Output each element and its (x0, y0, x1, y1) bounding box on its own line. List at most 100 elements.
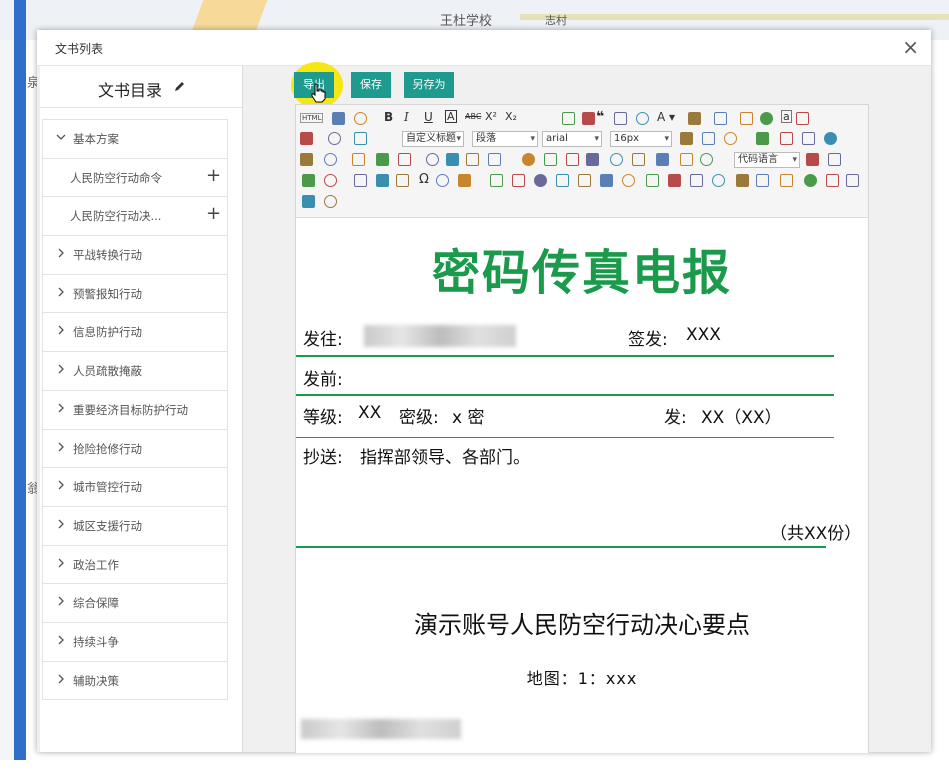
toolbar-tool-icon[interactable] (352, 153, 365, 166)
directory-item[interactable]: 城区支援行动 (43, 507, 227, 546)
directory-item[interactable]: 持续斗争 (43, 623, 227, 662)
toolbar-tool-icon[interactable] (300, 153, 313, 166)
toolbar-tool-icon[interactable] (712, 174, 725, 187)
toolbar-tool-icon[interactable] (324, 174, 337, 187)
toolbar-tool-icon[interactable] (756, 132, 769, 145)
toolbar-tool-icon[interactable] (544, 153, 557, 166)
directory-item[interactable]: 人员疏散掩蔽 (43, 352, 227, 391)
directory-item[interactable]: 政治工作 (43, 546, 227, 585)
add-icon[interactable]: + (206, 204, 221, 224)
toolbar-tool-icon[interactable] (714, 112, 727, 125)
toolbar-tool-icon[interactable] (586, 153, 599, 166)
toolbar-tool-icon[interactable] (562, 112, 575, 125)
toolbar-tool-icon[interactable] (324, 153, 337, 166)
toolbar-tool-icon[interactable] (376, 153, 389, 166)
toolbar-tool-icon[interactable] (804, 174, 817, 187)
document-body[interactable]: 密码传真电报 发往: 签发: XXX 发前: 等级: XX 密级: x 密 发:… (296, 219, 868, 753)
toolbar-tool-icon[interactable] (302, 174, 315, 187)
directory-item[interactable]: 人民防空行动决... + (43, 197, 227, 237)
toolbar-tool-icon[interactable] (724, 132, 737, 145)
toolbar-tool-icon[interactable] (632, 153, 645, 166)
blockquote-button[interactable]: ❝ (596, 109, 604, 125)
toolbar-tool-icon[interactable] (300, 132, 313, 145)
font-family-select[interactable]: arial (542, 131, 602, 147)
strikethrough-button[interactable]: ABC (465, 112, 481, 121)
toolbar-tool-icon[interactable] (614, 112, 627, 125)
toolbar-tool-icon[interactable] (458, 174, 471, 187)
italic-button[interactable]: I (404, 110, 409, 124)
toolbar-tool-icon[interactable] (826, 174, 839, 187)
save-as-button[interactable]: 另存为 (404, 72, 454, 98)
toolbar-tool-icon[interactable] (736, 174, 749, 187)
directory-item[interactable]: 人民防空行动命令 + (43, 159, 227, 198)
save-button[interactable]: 保存 (351, 72, 391, 98)
directory-item[interactable]: 城市管控行动 (43, 468, 227, 507)
toolbar-tool-icon[interactable] (760, 112, 773, 125)
directory-item[interactable]: 抢险抢修行动 (43, 430, 227, 469)
toolbar-tool-icon[interactable] (680, 153, 693, 166)
directory-item[interactable]: 辅助决策 (43, 662, 227, 701)
select-all-button[interactable]: a (781, 110, 792, 123)
paragraph-select[interactable]: 段落 (472, 131, 538, 147)
toolbar-tool-icon[interactable] (302, 195, 315, 208)
toolbar-tool-icon[interactable] (488, 153, 501, 166)
toolbar-tool-icon[interactable] (466, 153, 479, 166)
directory-item[interactable]: 重要经济目标防护行动 (43, 391, 227, 430)
toolbar-tool-icon[interactable] (582, 112, 595, 125)
toolbar-tool-icon[interactable] (828, 153, 841, 166)
toolbar-tool-icon[interactable] (690, 174, 703, 187)
toolbar-tool-icon[interactable] (324, 195, 337, 208)
toolbar-tool-icon[interactable] (636, 112, 649, 125)
toolbar-tool-icon[interactable] (702, 132, 715, 145)
directory-item[interactable]: 信息防护行动 (43, 313, 227, 353)
toolbar-tool-icon[interactable] (376, 174, 389, 187)
toolbar-tool-icon[interactable] (534, 174, 547, 187)
toolbar-tool-icon[interactable] (700, 153, 713, 166)
font-color-button[interactable]: A ▾ (657, 110, 675, 124)
toolbar-tool-icon[interactable] (426, 153, 439, 166)
toolbar-tool-icon[interactable] (436, 174, 449, 187)
toolbar-tool-icon[interactable] (806, 153, 819, 166)
subscript-button[interactable]: X₂ (505, 110, 517, 123)
close-button[interactable]: × (902, 35, 919, 59)
superscript-button[interactable]: X² (485, 110, 497, 123)
toolbar-tool-icon[interactable] (646, 174, 659, 187)
directory-item[interactable]: 综合保障 (43, 584, 227, 623)
toolbar-tool-icon[interactable] (332, 112, 345, 125)
underline-button[interactable]: U (424, 110, 433, 124)
toolbar-tool-icon[interactable] (328, 132, 341, 145)
add-icon[interactable]: + (206, 165, 221, 186)
toolbar-tool-icon[interactable] (354, 174, 367, 187)
toolbar-tool-icon[interactable] (610, 153, 623, 166)
toolbar-tool-icon[interactable] (668, 174, 681, 187)
font-size-select[interactable]: 16px (610, 131, 672, 147)
toolbar-tool-icon[interactable] (490, 174, 503, 187)
toolbar-tool-icon[interactable] (354, 112, 367, 125)
custom-title-select[interactable]: 自定义标题 (402, 131, 464, 147)
edit-icon[interactable] (174, 80, 186, 92)
toolbar-tool-icon[interactable] (622, 174, 635, 187)
code-language-select[interactable]: 代码语言 (734, 152, 800, 168)
bold-button[interactable]: B (384, 110, 393, 124)
toolbar-tool-icon[interactable] (846, 174, 859, 187)
html-source-button[interactable]: HTML (300, 113, 324, 123)
directory-item[interactable]: 平战转换行动 (43, 236, 227, 275)
directory-item[interactable]: 预警报知行动 (43, 275, 227, 314)
toolbar-tool-icon[interactable] (756, 174, 769, 187)
toolbar-tool-icon[interactable] (824, 132, 837, 145)
border-text-button[interactable]: A (445, 110, 457, 123)
toolbar-tool-icon[interactable] (740, 112, 753, 125)
toolbar-tool-icon[interactable] (556, 174, 569, 187)
toolbar-tool-icon[interactable] (522, 153, 535, 166)
toolbar-tool-icon[interactable] (600, 174, 613, 187)
directory-item[interactable]: 基本方案 (43, 120, 227, 159)
toolbar-tool-icon[interactable] (398, 153, 411, 166)
special-char-button[interactable]: Ω (419, 172, 429, 187)
toolbar-tool-icon[interactable] (396, 174, 409, 187)
toolbar-tool-icon[interactable] (780, 174, 793, 187)
toolbar-tool-icon[interactable] (566, 153, 579, 166)
toolbar-tool-icon[interactable] (446, 153, 459, 166)
toolbar-tool-icon[interactable] (512, 174, 525, 187)
toolbar-tool-icon[interactable] (578, 174, 591, 187)
toolbar-tool-icon[interactable] (688, 112, 701, 125)
